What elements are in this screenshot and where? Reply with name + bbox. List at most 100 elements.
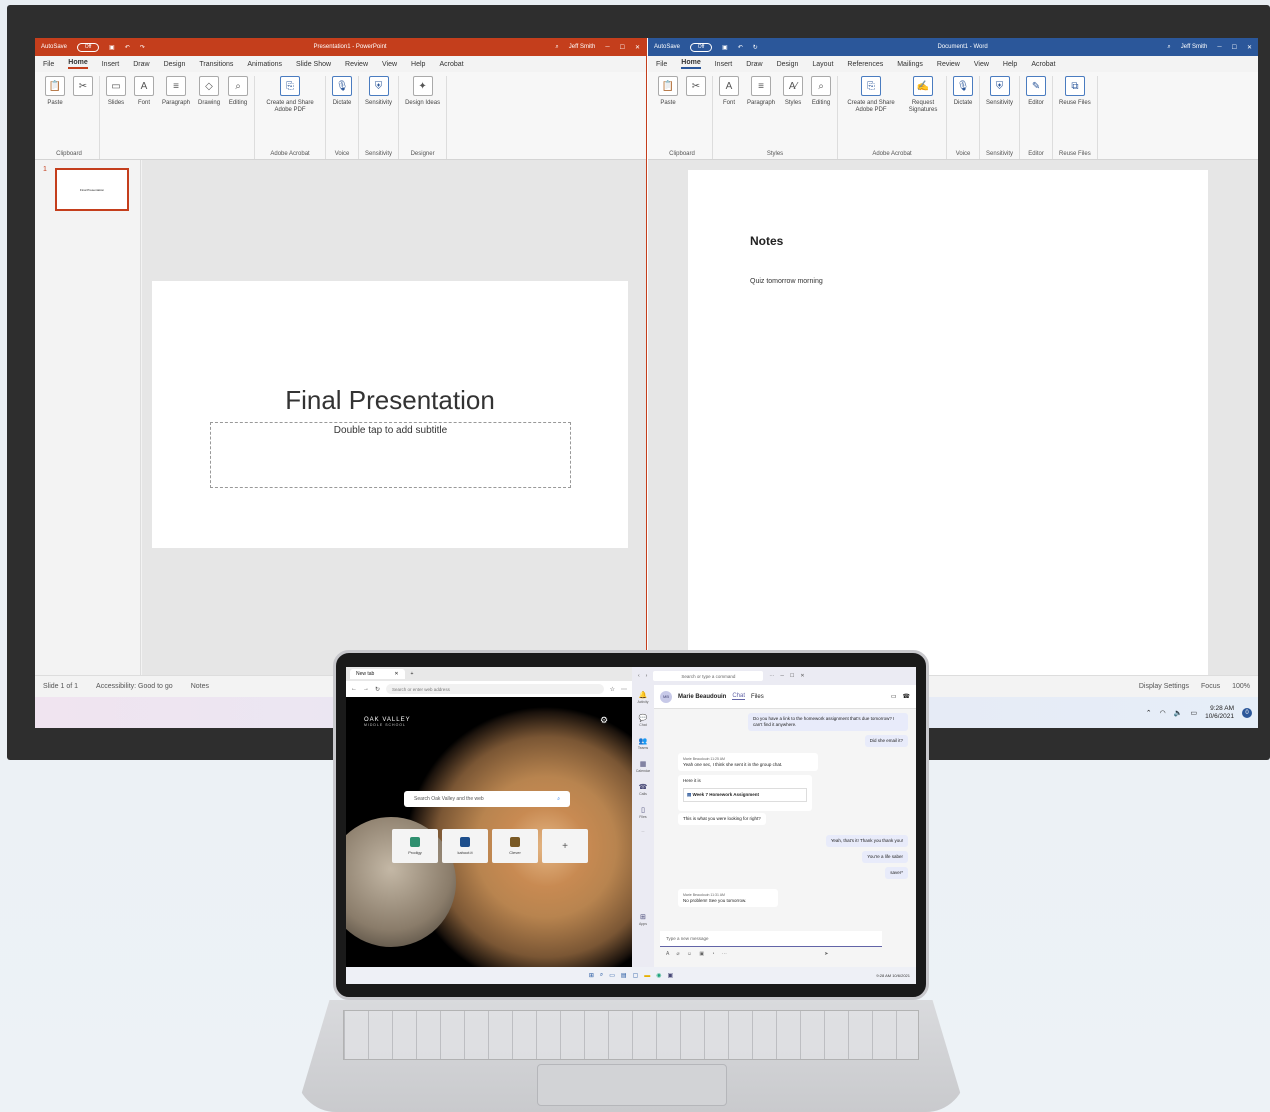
volume-icon[interactable]: 🔈 [1174,709,1183,717]
focus-button[interactable]: Focus [1201,683,1220,690]
autosave-toggle[interactable]: Off [690,42,713,52]
reuse-files-button[interactable]: ⧉ Reuse Files [1059,76,1091,107]
wifi-icon[interactable]: ◠ [1160,709,1166,717]
tab-layout[interactable]: Layout [812,61,833,68]
edge-icon[interactable]: ◉ [656,972,661,979]
back-icon[interactable]: ‹ [638,673,640,679]
document-heading[interactable]: Notes [750,234,783,248]
refresh-icon[interactable]: ↻ [375,686,380,693]
chevron-up-icon[interactable]: ⌃ [1146,709,1152,717]
paste-button[interactable]: 📋 Paste [45,76,65,107]
rail-calendar[interactable]: ▦ Calendar [636,760,650,773]
tab-files[interactable]: Files [751,694,764,700]
message[interactable]: Marie Beaudouin 11:25 AM Yeah one sec, I … [678,753,818,771]
tab-view[interactable]: View [974,61,989,68]
new-tab-icon[interactable]: + [411,671,414,677]
rail-more[interactable]: ... [642,829,645,833]
paragraph-button[interactable]: ≡ Paragraph [162,76,190,107]
close-icon[interactable]: ✕ [635,44,640,51]
slide-title[interactable]: Final Presentation [152,385,628,416]
tab-mailings[interactable]: Mailings [897,61,923,68]
user-name[interactable]: Jeff Smith [569,44,596,50]
tab-home[interactable]: Home [681,59,701,69]
message[interactable]: You're a life saber [862,851,908,863]
maximize-icon[interactable]: ☐ [620,44,625,51]
tab-insert[interactable]: Insert [715,61,733,68]
tab-acrobat[interactable]: Acrobat [439,61,463,68]
tab-file[interactable]: File [656,61,667,68]
taskbar-clock[interactable]: 9:28 AM 10/6/2021 [1205,705,1234,721]
rail-apps[interactable]: ⊞ Apps [639,913,647,926]
quick-link-prodigy[interactable]: Prodigy [392,829,438,863]
dictate-button[interactable]: 🎙 Dictate [953,76,974,107]
redo-icon[interactable]: ↷ [140,44,145,51]
rail-calls[interactable]: ☎ Calls [639,783,648,796]
notification-badge[interactable]: 0 [1242,707,1252,718]
save-icon[interactable]: ▣ [722,44,728,51]
tab-home[interactable]: Home [68,59,88,69]
dictate-button[interactable]: 🎙 Dictate [332,76,353,107]
undo-icon[interactable]: ↶ [125,44,130,51]
widgets-icon[interactable]: ▤ [621,972,627,979]
tab-insert[interactable]: Insert [102,61,120,68]
quick-link-kahoot[interactable]: kahoot.it [442,829,488,863]
minimize-icon[interactable]: ─ [605,44,609,50]
teams-chat-icon[interactable]: ▢ [633,972,639,979]
search-input[interactable]: Search Oak Valley and the web ⌕ [404,791,570,807]
more-icon[interactable]: ⋯ [621,686,627,693]
message[interactable]: Marie Beaudouin 11:31 AM No problem! See … [678,889,778,907]
slides-button[interactable]: ▭ Slides [106,76,126,107]
tab-animations[interactable]: Animations [247,61,282,68]
start-icon[interactable]: ⊞ [589,972,594,979]
autosave-toggle[interactable]: Off [77,42,100,52]
laptop-clock[interactable]: 9:28 AM 10/6/2021 [876,973,910,978]
tab-help[interactable]: Help [1003,61,1017,68]
rail-chat[interactable]: 💬 Chat [639,714,648,727]
file-attachment[interactable]: ▤ Week 7 Homework Assignment [683,788,807,802]
tab-review[interactable]: Review [345,61,368,68]
tab-draw[interactable]: Draw [133,61,149,68]
sticker-icon[interactable]: ◔ [711,951,717,957]
maximize-icon[interactable]: ☐ [1232,44,1237,51]
tab-chat[interactable]: Chat [732,693,746,700]
save-icon[interactable]: ▣ [109,44,115,51]
more-options-icon[interactable]: ⋯ [722,951,730,957]
phone-icon[interactable]: ☎ [903,693,910,700]
subtitle-placeholder[interactable]: Double tap to add subtitle [210,422,571,488]
tab-help[interactable]: Help [411,61,425,68]
redo-icon[interactable]: ↻ [753,44,758,51]
rail-files[interactable]: ▯ Files [639,806,646,819]
message[interactable]: Yeah, that's it! Thank you thank you! [825,835,908,847]
minimize-icon[interactable]: ─ [1217,44,1221,50]
maximize-icon[interactable]: ☐ [790,673,794,679]
tab-transitions[interactable]: Transitions [199,61,233,68]
task-view-icon[interactable]: ▭ [609,972,615,979]
tab-view[interactable]: View [382,61,397,68]
sensitivity-button[interactable]: ⛨ Sensitivity [365,76,392,107]
close-tab-icon[interactable]: ✕ [394,671,398,677]
cut-copy-buttons[interactable]: ✂ [73,76,93,100]
accessibility-status[interactable]: Accessibility: Good to go [96,683,173,690]
paragraph-button[interactable]: ≡ Paragraph [747,76,775,107]
tab-design[interactable]: Design [164,61,186,68]
contact-name[interactable]: Marie Beaudouin [678,694,726,700]
message[interactable]: saver* [885,867,908,879]
quick-link-clever[interactable]: Clever [492,829,538,863]
more-icon[interactable]: ⋯ [769,673,774,679]
battery-icon[interactable]: ▭ [1190,709,1197,717]
forward-icon[interactable]: → [363,686,369,692]
close-icon[interactable]: ✕ [1247,44,1252,51]
editor-button[interactable]: ✎ Editor [1026,76,1047,107]
emoji-icon[interactable]: ☺ [687,951,695,957]
create-pdf-button[interactable]: ⎘ Create and Share Adobe PDF [844,76,898,114]
undo-icon[interactable]: ↶ [738,44,743,51]
create-pdf-button[interactable]: ⎘ Create and Share Adobe PDF [261,76,319,114]
zoom-level[interactable]: 100% [1232,683,1250,690]
tab-draw[interactable]: Draw [746,61,762,68]
minimize-icon[interactable]: ─ [780,673,784,679]
cut-copy-buttons[interactable]: ✂ [686,76,706,100]
notes-button[interactable]: Notes [191,683,209,690]
slide[interactable]: Final Presentation Double tap to add sub… [152,281,628,548]
drawing-button[interactable]: ◇ Drawing [198,76,220,107]
request-signatures-button[interactable]: ✍ Request Signatures [906,76,940,114]
